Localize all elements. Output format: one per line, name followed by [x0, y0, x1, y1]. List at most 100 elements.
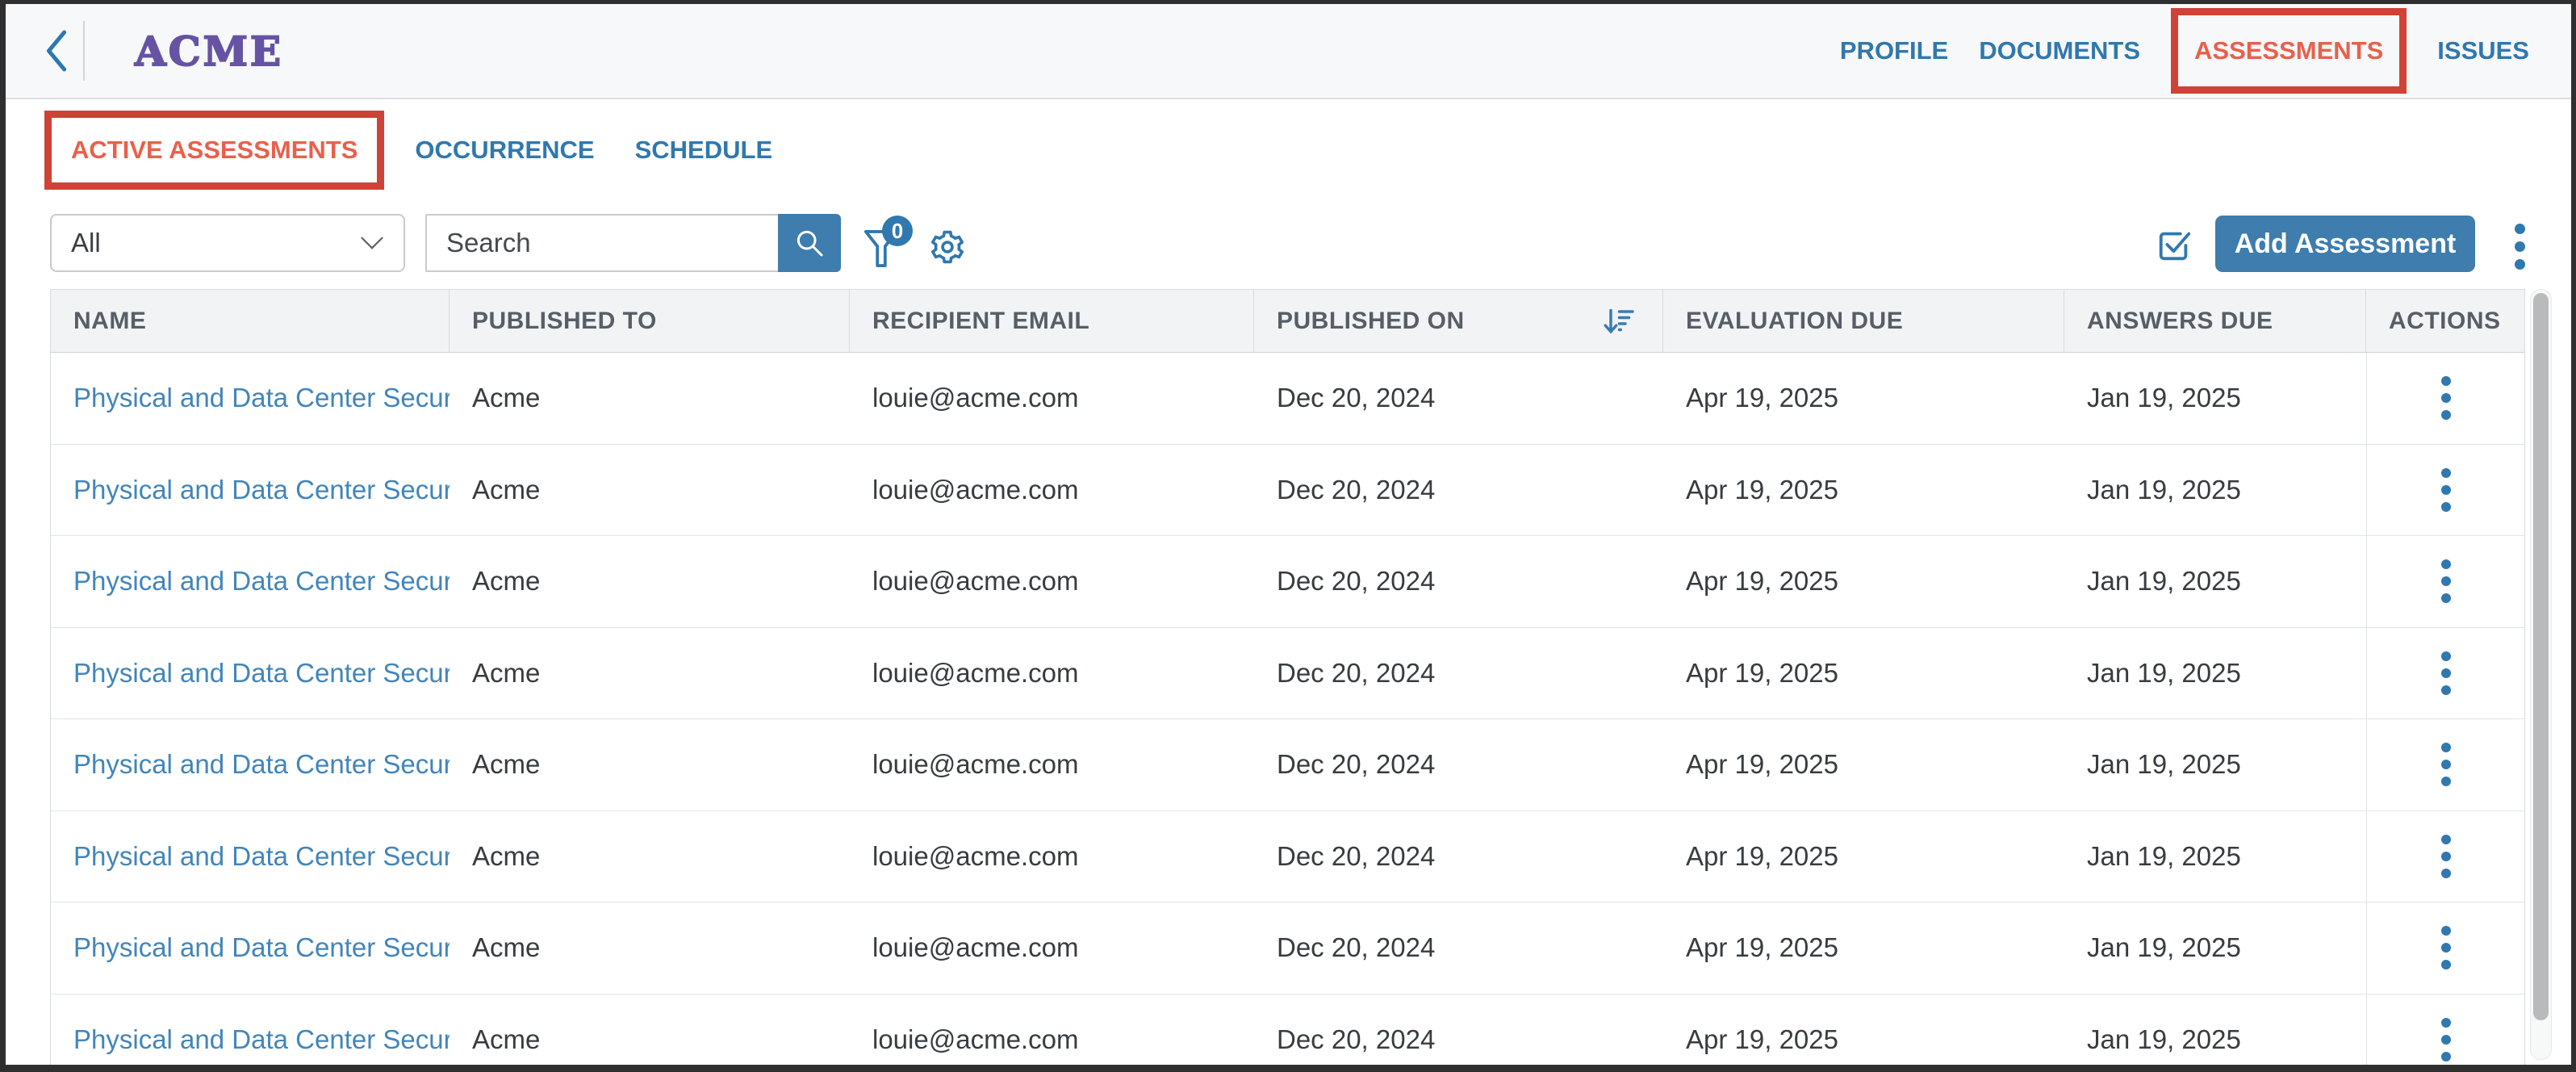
table-row: Physical and Data Center Securi ... Acme…: [51, 995, 2524, 1066]
checkbox-check-icon: [2156, 227, 2193, 264]
filter-select-value: All: [71, 228, 360, 258]
row-actions-kebab-menu[interactable]: [2441, 559, 2451, 603]
acme-logo: ACME: [135, 27, 283, 75]
sort-descending-icon: [1601, 303, 1635, 340]
tab-schedule[interactable]: SCHEDULE: [635, 136, 773, 165]
search-icon: [793, 227, 826, 259]
evaluation-due-cell: Apr 19, 2025: [1663, 445, 2064, 536]
column-header-published-on[interactable]: PUBLISHED ON: [1254, 290, 1663, 352]
recipient-email-cell: louie@acme.com: [850, 445, 1254, 536]
column-header-published-to[interactable]: PUBLISHED TO: [450, 290, 850, 352]
row-actions-kebab-menu[interactable]: [2441, 376, 2451, 420]
answers-due-cell: Jan 19, 2025: [2064, 995, 2366, 1066]
table-row: Physical and Data Center Securi ... Acme…: [51, 628, 2524, 720]
back-button[interactable]: [40, 27, 77, 75]
annotation-highlight-box: ASSESSMENTS: [2171, 8, 2407, 94]
app-header: ACME PROFILE DOCUMENTS ASSESSMENTS ISSUE…: [6, 4, 2571, 99]
row-actions-kebab-menu[interactable]: [2441, 468, 2451, 512]
published-on-cell: Dec 20, 2024: [1254, 902, 1663, 994]
search-button[interactable]: [778, 214, 841, 272]
assessment-name-link[interactable]: Physical and Data Center Securi ...: [73, 658, 450, 689]
actions-cell: [2366, 353, 2524, 444]
table-toolbar: All 0 Add Assessment: [6, 199, 2571, 290]
assessment-name-link[interactable]: Physical and Data Center Securi ...: [73, 383, 450, 413]
column-header-recipient-email[interactable]: RECIPIENT EMAIL: [850, 290, 1254, 352]
assessment-name-link[interactable]: Physical and Data Center Securi ...: [73, 841, 450, 872]
vertical-scrollbar[interactable]: [2530, 289, 2552, 1060]
answers-due-cell: Jan 19, 2025: [2064, 445, 2366, 536]
assessment-name-link[interactable]: Physical and Data Center Securi ...: [73, 566, 450, 597]
published-to-cell: Acme: [450, 719, 850, 810]
published-to-cell: Acme: [450, 445, 850, 536]
actions-cell: [2366, 628, 2524, 719]
evaluation-due-cell: Apr 19, 2025: [1663, 628, 2064, 719]
name-cell: Physical and Data Center Securi ...: [51, 536, 450, 627]
column-header-name[interactable]: NAME: [51, 290, 450, 352]
published-to-cell: Acme: [450, 995, 850, 1066]
nav-assessments[interactable]: ASSESSMENTS: [2194, 36, 2383, 65]
top-navigation: PROFILE DOCUMENTS ASSESSMENTS ISSUES: [1840, 8, 2529, 94]
column-header-published-on-label: PUBLISHED ON: [1277, 308, 1465, 335]
settings-button[interactable]: [929, 228, 966, 266]
header-divider: [83, 21, 85, 81]
add-assessment-button[interactable]: Add Assessment: [2215, 216, 2475, 272]
row-actions-kebab-menu[interactable]: [2441, 1018, 2451, 1062]
filter-funnel-button[interactable]: 0: [863, 217, 914, 269]
table-row: Physical and Data Center Securi ... Acme…: [51, 536, 2524, 628]
nav-profile[interactable]: PROFILE: [1840, 36, 1948, 65]
name-cell: Physical and Data Center Securi ...: [51, 628, 450, 719]
name-cell: Physical and Data Center Securi ...: [51, 445, 450, 536]
chevron-down-icon: [360, 236, 384, 250]
evaluation-due-cell: Apr 19, 2025: [1663, 995, 2064, 1066]
bulk-select-button[interactable]: [2156, 227, 2193, 264]
assessment-name-link[interactable]: Physical and Data Center Securi ...: [73, 932, 450, 963]
filter-category-select[interactable]: All: [50, 214, 405, 272]
nav-documents[interactable]: DOCUMENTS: [1979, 36, 2140, 65]
gear-icon: [929, 228, 966, 266]
actions-cell: [2366, 902, 2524, 994]
published-on-cell: Dec 20, 2024: [1254, 445, 1663, 536]
answers-due-cell: Jan 19, 2025: [2064, 628, 2366, 719]
evaluation-due-cell: Apr 19, 2025: [1663, 536, 2064, 627]
evaluation-due-cell: Apr 19, 2025: [1663, 353, 2064, 444]
table-body: Physical and Data Center Securi ... Acme…: [51, 353, 2524, 1065]
assessments-table: NAME PUBLISHED TO RECIPIENT EMAIL PUBLIS…: [50, 289, 2525, 1065]
recipient-email-cell: louie@acme.com: [850, 628, 1254, 719]
answers-due-cell: Jan 19, 2025: [2064, 811, 2366, 902]
search-input[interactable]: [425, 214, 778, 272]
assessment-name-link[interactable]: Physical and Data Center Securi ...: [73, 475, 450, 505]
table-row: Physical and Data Center Securi ... Acme…: [51, 353, 2524, 445]
actions-cell: [2366, 995, 2524, 1066]
published-on-cell: Dec 20, 2024: [1254, 353, 1663, 444]
recipient-email-cell: louie@acme.com: [850, 536, 1254, 627]
recipient-email-cell: louie@acme.com: [850, 995, 1254, 1066]
row-actions-kebab-menu[interactable]: [2441, 926, 2451, 969]
nav-issues[interactable]: ISSUES: [2437, 36, 2529, 65]
row-actions-kebab-menu[interactable]: [2441, 651, 2451, 695]
row-actions-kebab-menu[interactable]: [2441, 835, 2451, 878]
assessment-name-link[interactable]: Physical and Data Center Securi ...: [73, 749, 450, 780]
published-to-cell: Acme: [450, 628, 850, 719]
evaluation-due-cell: Apr 19, 2025: [1663, 719, 2064, 810]
answers-due-cell: Jan 19, 2025: [2064, 719, 2366, 810]
published-on-cell: Dec 20, 2024: [1254, 719, 1663, 810]
column-header-evaluation-due[interactable]: EVALUATION DUE: [1663, 290, 2064, 352]
answers-due-cell: Jan 19, 2025: [2064, 902, 2366, 994]
published-on-cell: Dec 20, 2024: [1254, 536, 1663, 627]
assessments-tab-bar: ACTIVE ASSESSMENTS OCCURRENCE SCHEDULE: [6, 101, 2571, 199]
toolbar-kebab-menu[interactable]: [2507, 224, 2532, 270]
tab-occurrence[interactable]: OCCURRENCE: [415, 136, 594, 165]
chevron-left-icon: [40, 27, 77, 75]
name-cell: Physical and Data Center Securi ...: [51, 811, 450, 902]
tab-active-assessments[interactable]: ACTIVE ASSESSMENTS: [71, 136, 358, 165]
table-row: Physical and Data Center Securi ... Acme…: [51, 811, 2524, 903]
row-actions-kebab-menu[interactable]: [2441, 743, 2451, 786]
published-on-cell: Dec 20, 2024: [1254, 995, 1663, 1066]
assessment-name-link[interactable]: Physical and Data Center Securi ...: [73, 1024, 450, 1055]
published-to-cell: Acme: [450, 536, 850, 627]
scrollbar-thumb[interactable]: [2533, 293, 2549, 1020]
answers-due-cell: Jan 19, 2025: [2064, 536, 2366, 627]
column-header-answers-due[interactable]: ANSWERS DUE: [2064, 290, 2366, 352]
actions-cell: [2366, 445, 2524, 536]
table-row: Physical and Data Center Securi ... Acme…: [51, 902, 2524, 995]
